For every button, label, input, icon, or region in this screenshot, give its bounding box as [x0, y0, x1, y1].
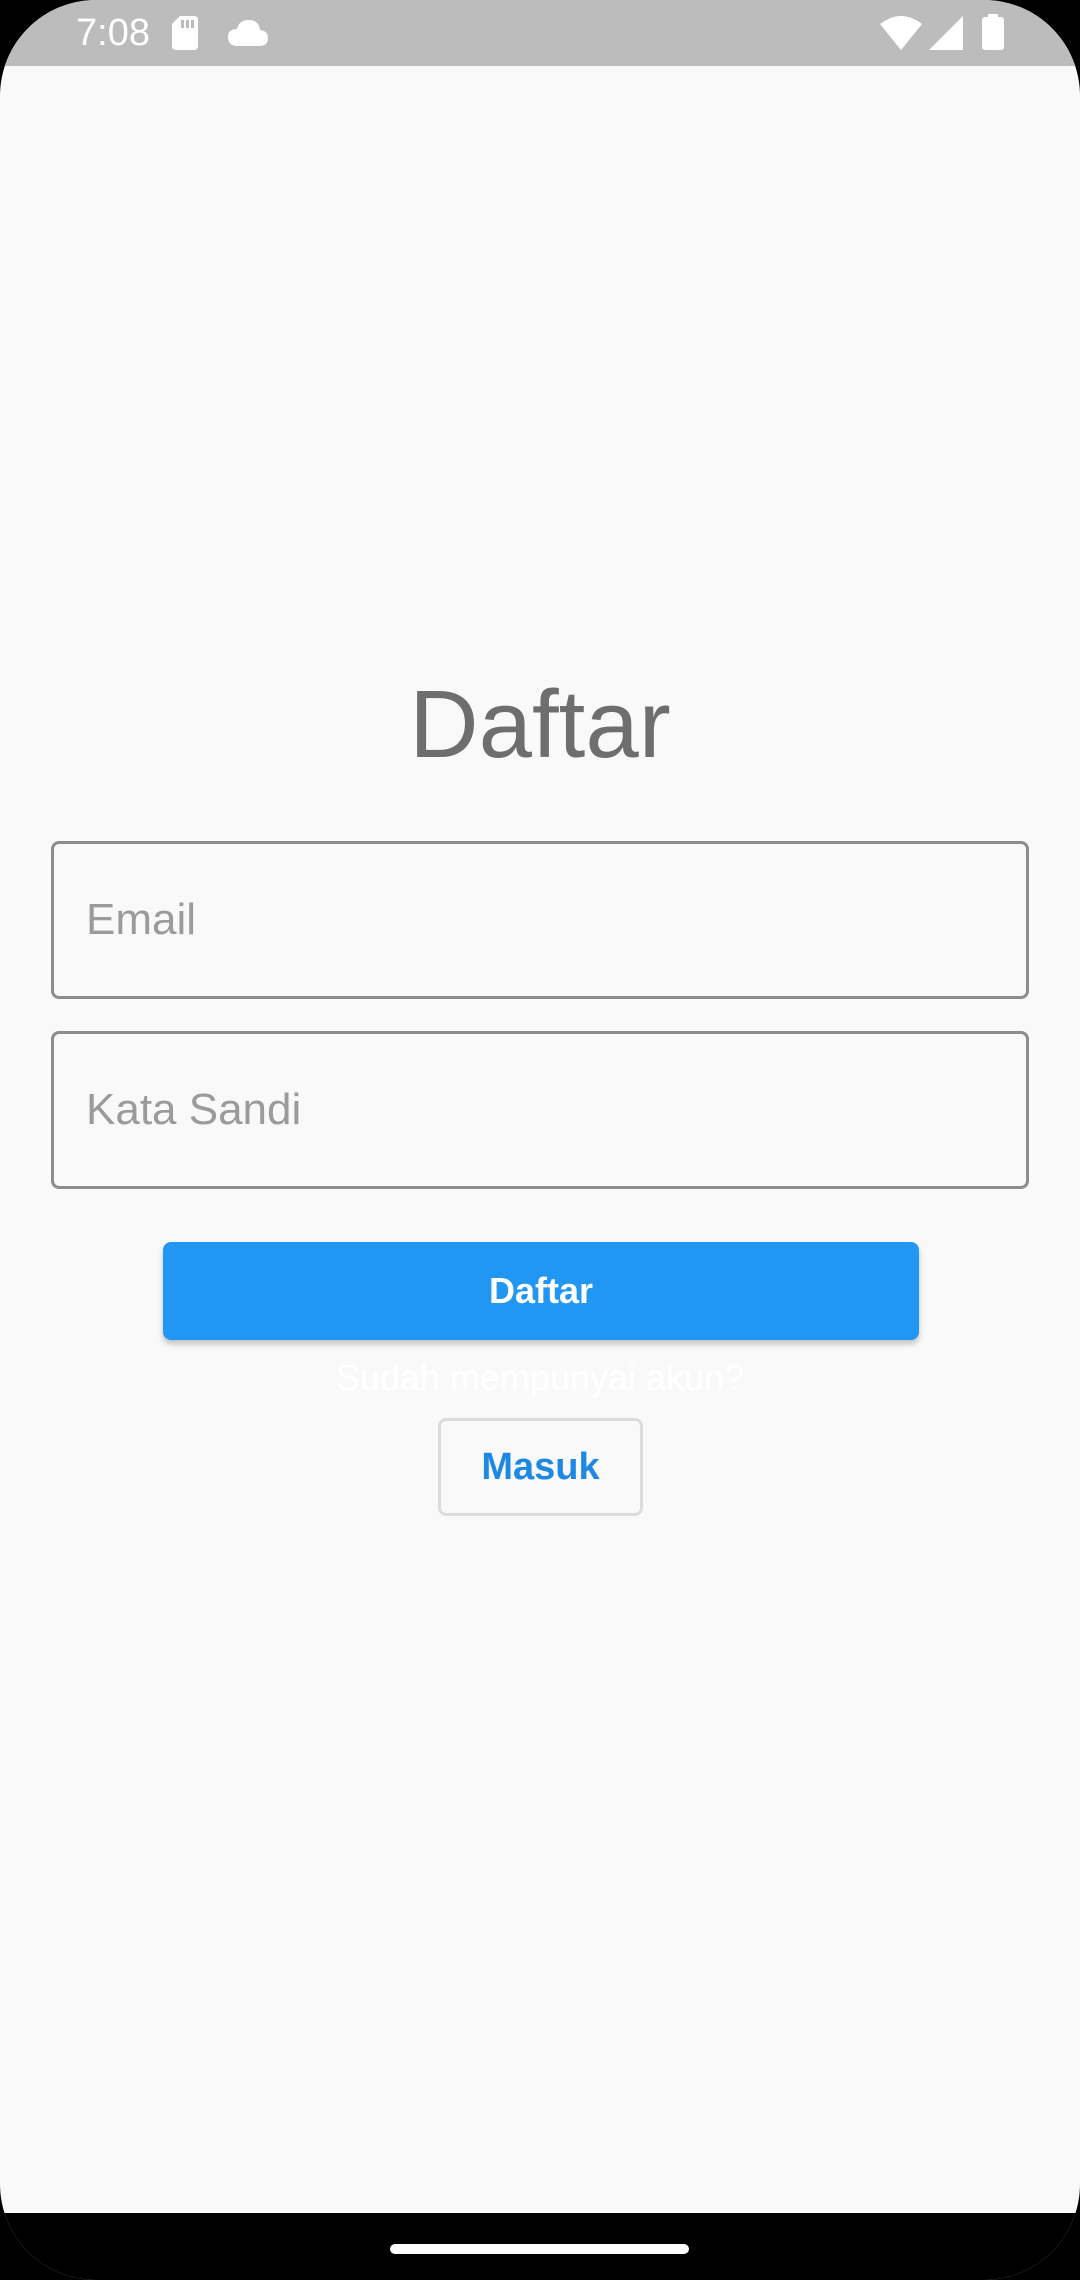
- page-title: Daftar: [409, 671, 671, 778]
- status-bar: 7:08: [0, 0, 1080, 66]
- register-screen: Daftar Daftar Sudah mempunyai akun? Masu…: [0, 66, 1080, 2213]
- sd-card-icon: [172, 16, 198, 50]
- status-time: 7:08: [76, 12, 150, 54]
- phone-screen: 7:08 Daftar Daftar Sudah: [0, 0, 1080, 2280]
- wifi-icon: [880, 16, 922, 50]
- register-button[interactable]: Daftar: [163, 1242, 919, 1340]
- home-indicator[interactable]: [390, 2244, 689, 2254]
- cellular-signal-icon: [929, 16, 963, 50]
- login-prompt-text: Sudah mempunyai akun?: [335, 1357, 745, 1398]
- battery-icon: [982, 14, 1004, 50]
- login-button[interactable]: Masuk: [438, 1418, 643, 1516]
- email-field[interactable]: [51, 841, 1029, 999]
- password-input[interactable]: [54, 1034, 1026, 1186]
- cloud-icon: [228, 20, 268, 46]
- password-field[interactable]: [51, 1031, 1029, 1189]
- navigation-bar: [0, 2213, 1080, 2280]
- email-input[interactable]: [54, 844, 1026, 996]
